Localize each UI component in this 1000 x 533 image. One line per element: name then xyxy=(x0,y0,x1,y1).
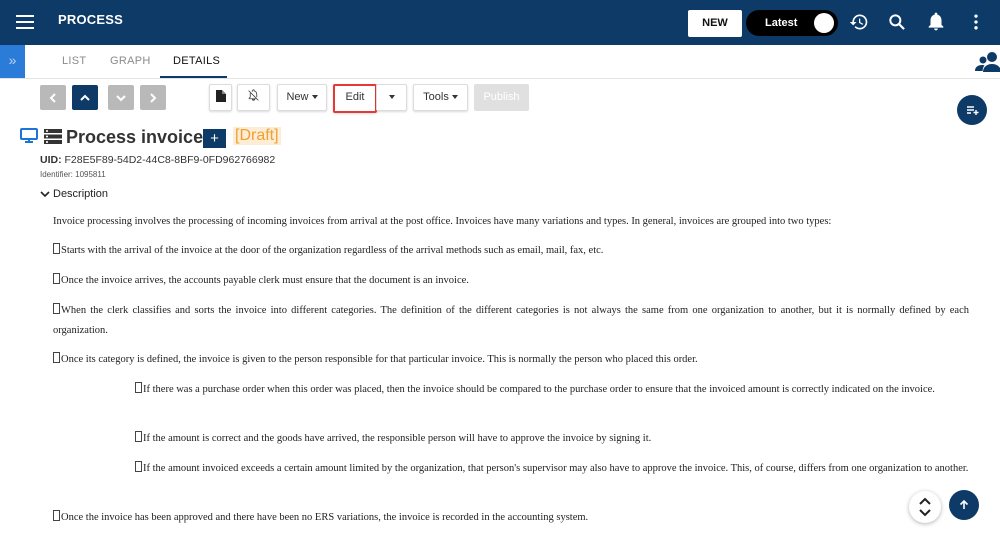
users-icon[interactable] xyxy=(975,51,1000,73)
tab-graph[interactable]: GRAPH xyxy=(110,55,151,67)
latest-toggle-label: Latest xyxy=(765,17,798,29)
bell-off-icon xyxy=(248,89,259,101)
unfold-icon xyxy=(919,497,931,517)
menu-icon[interactable] xyxy=(16,12,34,32)
status-badge: [Draft] xyxy=(233,127,281,145)
document-icon xyxy=(215,90,226,102)
app-title: PROCESS xyxy=(58,12,123,27)
list-item: Starts with the arrival of the invoice a… xyxy=(53,241,973,261)
list-item: Once the invoice arrives, the accounts p… xyxy=(53,271,973,291)
new-menu-label: New xyxy=(286,91,309,103)
new-button[interactable]: NEW xyxy=(688,10,742,37)
bullet-glyph xyxy=(53,510,60,521)
server-icon xyxy=(44,129,62,149)
tab-list[interactable]: LIST xyxy=(62,55,86,67)
uid-label: UID: xyxy=(40,154,62,166)
tools-menu-label: Tools xyxy=(423,91,449,103)
sub-list-item: If there was a purchase order when this … xyxy=(135,380,969,400)
bullet-glyph xyxy=(53,243,60,254)
collapse-up-button[interactable] xyxy=(72,85,98,110)
description-label: Description xyxy=(53,188,109,200)
list-item-text: If the amount invoiced exceeds a certain… xyxy=(143,463,969,474)
playlist-add-icon xyxy=(967,106,979,115)
next-button[interactable] xyxy=(140,85,166,110)
bell-icon[interactable] xyxy=(926,12,946,32)
search-icon[interactable] xyxy=(887,12,907,32)
list-item-text: Starts with the arrival of the invoice a… xyxy=(61,245,604,256)
previous-button[interactable] xyxy=(40,85,66,110)
list-item-text: Once the invoice has been approved and t… xyxy=(61,512,589,523)
bullet-glyph xyxy=(53,303,60,314)
sub-list-item: If the amount invoiced exceeds a certain… xyxy=(135,459,969,479)
bullet-glyph xyxy=(135,461,142,472)
bullet-glyph xyxy=(53,273,60,284)
latest-toggle[interactable]: Latest xyxy=(746,10,838,36)
expand-down-button[interactable] xyxy=(108,85,134,110)
bullet-glyph xyxy=(135,431,142,442)
edit-dropdown-button[interactable] xyxy=(376,84,407,111)
list-item-text: Once its category is defined, the invoic… xyxy=(61,354,698,365)
add-to-list-fab[interactable] xyxy=(957,95,987,125)
edit-button[interactable]: Edit xyxy=(333,84,377,113)
history-icon[interactable] xyxy=(849,12,869,32)
scroll-to-top-button[interactable] xyxy=(949,490,979,520)
tab-details[interactable]: DETAILS xyxy=(173,55,220,67)
bullet-glyph xyxy=(135,382,142,393)
active-tab-indicator xyxy=(160,76,227,78)
publish-button[interactable]: Publish xyxy=(474,84,529,111)
bullet-glyph xyxy=(53,352,60,363)
expand-sidebar-icon[interactable]: » xyxy=(0,45,25,78)
more-vert-icon[interactable] xyxy=(966,12,986,32)
description-intro: Invoice processing involves the processi… xyxy=(53,216,832,227)
list-item-text: If there was a purchase order when this … xyxy=(143,384,935,395)
notifications-off-button[interactable] xyxy=(237,84,270,111)
scroll-toggle-button[interactable] xyxy=(909,491,941,523)
tools-menu-button[interactable]: Tools xyxy=(413,84,468,111)
uid-value: F28E5F89-54D2-44C8-8BF9-0FD962766982 xyxy=(64,154,276,166)
uid-line: UID: F28E5F89-54D2-44C8-8BF9-0FD96276698… xyxy=(40,154,275,166)
chevron-down-icon xyxy=(451,95,458,100)
monitor-icon xyxy=(20,128,38,149)
list-item: Once its category is defined, the invoic… xyxy=(53,350,973,370)
chevron-down-icon xyxy=(40,191,50,198)
list-item: Once the invoice has been approved and t… xyxy=(53,508,893,528)
add-button[interactable]: + xyxy=(203,129,226,148)
toggle-knob xyxy=(814,13,834,33)
sub-list-item: If the amount is correct and the goods h… xyxy=(135,429,969,449)
page-title: Process invoice xyxy=(66,127,204,147)
description-toggle[interactable]: Description xyxy=(40,188,108,200)
arrow-up-icon xyxy=(959,499,969,509)
identifier: Identifier: 1095811 xyxy=(40,170,106,179)
list-item-text: Once the invoice arrives, the accounts p… xyxy=(61,275,469,286)
document-button[interactable] xyxy=(209,84,232,111)
list-item-text: If the amount is correct and the goods h… xyxy=(143,433,652,444)
chevron-down-icon xyxy=(311,95,318,100)
chevron-down-icon xyxy=(388,95,395,100)
list-item: When the clerk classifies and sorts the … xyxy=(53,301,969,340)
new-menu-button[interactable]: New xyxy=(277,84,327,111)
list-item-text: When the clerk classifies and sorts the … xyxy=(53,305,969,336)
